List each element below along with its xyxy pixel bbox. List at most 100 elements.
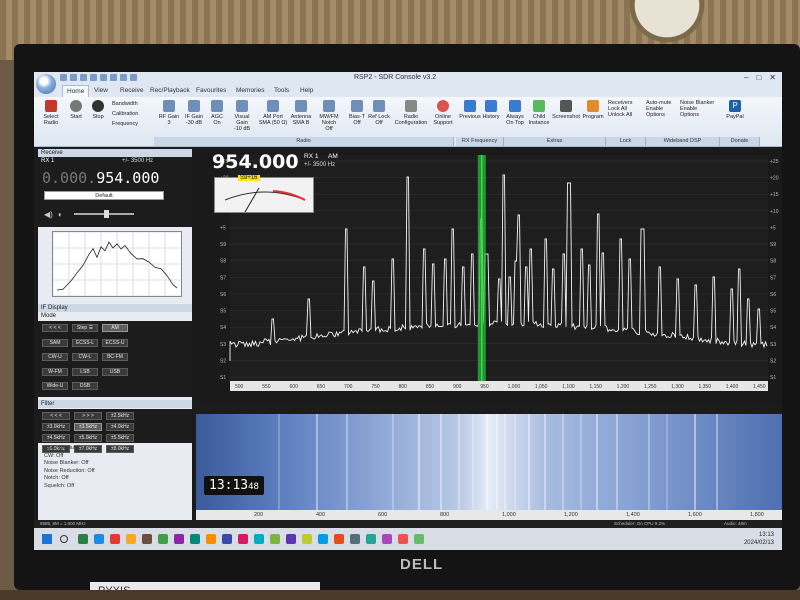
tab-receive[interactable]: Receive bbox=[120, 87, 143, 94]
calibration-menu[interactable]: Calibration bbox=[112, 111, 154, 117]
paypal-button[interactable]: P PayPal bbox=[724, 100, 746, 120]
tab-favourites[interactable]: Favourites bbox=[196, 87, 226, 94]
taskbar-app-icon[interactable] bbox=[270, 534, 280, 544]
mode-button[interactable]: SAM bbox=[42, 339, 68, 347]
taskbar-app-icon[interactable] bbox=[366, 534, 376, 544]
taskbar-app-icon[interactable] bbox=[174, 534, 184, 544]
filter-button[interactable]: ±5.5kHz bbox=[106, 434, 134, 442]
taskbar-app-icon[interactable] bbox=[302, 534, 312, 544]
taskbar-app-icon[interactable] bbox=[142, 534, 152, 544]
dsp-status-item[interactable]: Squelch: Off bbox=[44, 483, 192, 491]
play-icon[interactable] bbox=[100, 74, 107, 81]
taskbar-app-icon[interactable] bbox=[398, 534, 408, 544]
preset-select[interactable]: Default bbox=[44, 191, 164, 200]
taskbar-app-icon[interactable] bbox=[94, 534, 104, 544]
ref-lock-control[interactable]: Ref Lock Off bbox=[368, 100, 390, 126]
taskbar-app-icon[interactable] bbox=[254, 534, 264, 544]
volume-knob[interactable] bbox=[104, 210, 109, 218]
frequency-entry[interactable]: 0.000.954.000 bbox=[42, 169, 159, 187]
save-icon[interactable] bbox=[60, 74, 67, 81]
dsp-status-item[interactable]: Noise Blanker: Off bbox=[44, 460, 192, 468]
mode-button[interactable]: BC-FM bbox=[102, 353, 128, 361]
minimize-icon[interactable]: – bbox=[744, 73, 748, 82]
mode-button[interactable]: CW-L bbox=[72, 353, 98, 361]
taskbar-app-icon[interactable] bbox=[334, 534, 344, 544]
tab-home[interactable]: Home bbox=[62, 85, 89, 97]
noise-blanker-options[interactable]: Options bbox=[680, 112, 718, 118]
mode-button[interactable]: Step ☰ bbox=[72, 324, 98, 332]
tab-help[interactable]: Help bbox=[300, 87, 313, 94]
filter-button[interactable]: ±3.0kHz bbox=[42, 423, 70, 431]
dsp-status-item[interactable]: AGC: Medium bbox=[44, 445, 192, 453]
taskbar-app-icon[interactable] bbox=[318, 534, 328, 544]
filter-button[interactable]: ±4.0kHz bbox=[106, 423, 134, 431]
radio-configuration-button[interactable]: Radio Configuration bbox=[394, 100, 428, 126]
screenshot-button[interactable]: Screenshot bbox=[552, 100, 580, 120]
taskbar-app-icon[interactable] bbox=[350, 534, 360, 544]
undo-icon[interactable] bbox=[70, 74, 77, 81]
record-icon[interactable] bbox=[90, 74, 97, 81]
program-button[interactable]: Program bbox=[582, 100, 604, 120]
bias-t-control[interactable]: Bias-T Off bbox=[348, 100, 366, 126]
app-menu-button[interactable] bbox=[36, 74, 56, 94]
waterfall-display[interactable] bbox=[196, 414, 782, 510]
filter-button[interactable]: > > > bbox=[74, 412, 102, 420]
dsp-status-item[interactable]: Notch: Off bbox=[44, 475, 192, 483]
receivers-lock[interactable]: Receivers Lock All Unlock All bbox=[608, 100, 644, 118]
unlock-all-button[interactable]: Unlock All bbox=[608, 112, 644, 118]
taskbar-app-icon[interactable] bbox=[382, 534, 392, 544]
stop-icon[interactable] bbox=[110, 74, 117, 81]
redo-icon[interactable] bbox=[80, 74, 87, 81]
mode-button[interactable]: < < < bbox=[42, 324, 68, 332]
always-on-top-button[interactable]: Always On Top bbox=[504, 100, 526, 126]
taskbar-app-icon[interactable] bbox=[158, 534, 168, 544]
tab-rec-playback[interactable]: Rec/Playback bbox=[150, 87, 190, 94]
filter-button[interactable]: ±5.0kHz bbox=[74, 434, 102, 442]
child-instance-button[interactable]: Child Instance bbox=[528, 100, 550, 126]
mute-icon[interactable]: ◐ bbox=[58, 210, 63, 219]
if-gain-control[interactable]: IF Gain -30 dB bbox=[182, 100, 206, 126]
start-button[interactable]: Start bbox=[66, 100, 86, 120]
tab-memories[interactable]: Memories bbox=[236, 87, 265, 94]
search-icon[interactable] bbox=[60, 535, 68, 543]
taskbar-app-icon[interactable] bbox=[222, 534, 232, 544]
bandwidth-menu[interactable]: Bandwidth bbox=[112, 101, 154, 107]
taskbar-app-icon[interactable] bbox=[414, 534, 424, 544]
stop-button[interactable]: Stop bbox=[88, 100, 108, 120]
dsp-status-item[interactable]: CW: Off bbox=[44, 453, 192, 461]
mode-button[interactable]: ECSS-U bbox=[102, 339, 128, 347]
taskbar-date[interactable]: 2024/02/13 bbox=[744, 539, 774, 547]
main-frequency-readout[interactable]: 954.000 bbox=[212, 151, 299, 173]
history-button[interactable]: History bbox=[482, 100, 500, 120]
mode-button[interactable]: CW-U bbox=[42, 353, 68, 361]
maximize-icon[interactable]: □ bbox=[756, 73, 761, 82]
frequency-menu[interactable]: Frequency bbox=[112, 121, 154, 127]
am-port-control[interactable]: AM Port SMA (50 Ω) bbox=[258, 100, 288, 126]
mode-button[interactable]: Wide-U bbox=[42, 382, 68, 390]
start-button[interactable] bbox=[42, 534, 52, 544]
close-icon[interactable]: ✕ bbox=[769, 73, 776, 82]
mode-button[interactable]: USB bbox=[102, 368, 128, 376]
filter-button[interactable]: < < < bbox=[42, 412, 70, 420]
filter-button[interactable]: ±4.5kHz bbox=[42, 434, 70, 442]
dsp-status-item[interactable]: Noise Reduction: Off bbox=[44, 468, 192, 476]
tab-tools[interactable]: Tools bbox=[274, 87, 289, 94]
antenna-control[interactable]: Antenna SMA B bbox=[290, 100, 312, 126]
taskbar-time[interactable]: 13:13 bbox=[744, 531, 774, 539]
previous-button[interactable]: Previous bbox=[458, 100, 482, 120]
filter-button[interactable]: ±3.5kHz bbox=[74, 423, 102, 431]
mode-button[interactable]: DSB bbox=[72, 382, 98, 390]
settings-icon[interactable] bbox=[120, 74, 127, 81]
taskbar-app-icon[interactable] bbox=[190, 534, 200, 544]
help-icon[interactable] bbox=[130, 74, 137, 81]
taskbar-app-icon[interactable] bbox=[110, 534, 120, 544]
select-radio-button[interactable]: Select Radio bbox=[40, 100, 62, 126]
mode-button[interactable]: W-FM bbox=[42, 368, 68, 376]
taskbar-app-icon[interactable] bbox=[286, 534, 296, 544]
taskbar-app-icon[interactable] bbox=[126, 534, 136, 544]
mw-fm-notch-control[interactable]: MW/FM Notch Off bbox=[314, 100, 344, 132]
taskbar-app-icon[interactable] bbox=[238, 534, 248, 544]
taskbar-app-icon[interactable] bbox=[78, 534, 88, 544]
visual-gain-control[interactable]: Visual Gain -10 dB bbox=[228, 100, 256, 132]
auto-mute-options[interactable]: Options bbox=[646, 112, 678, 118]
